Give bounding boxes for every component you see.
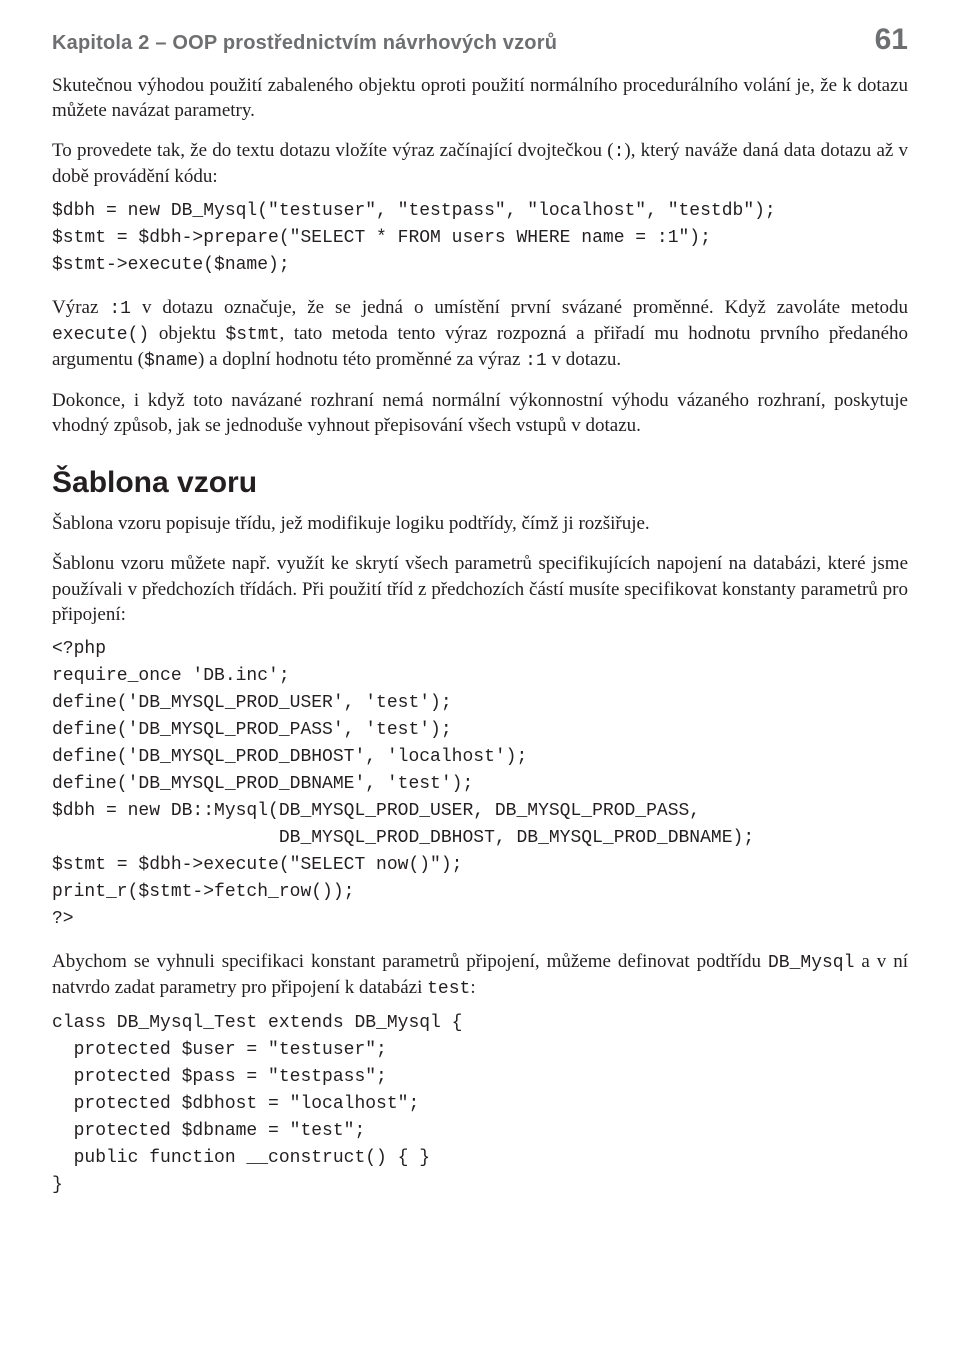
text-run: ) a doplní hodnotu této proměnné za výra… bbox=[198, 349, 525, 370]
body-paragraph: Výraz :1 v dotazu označuje, že se jedná … bbox=[52, 295, 908, 374]
section-heading: Šablona vzoru bbox=[52, 463, 908, 504]
page-number: 61 bbox=[875, 20, 908, 61]
inline-code: DB_Mysql bbox=[768, 953, 854, 973]
text-run: v dotazu. bbox=[547, 349, 621, 370]
code-block: class DB_Mysql_Test extends DB_Mysql { p… bbox=[52, 1010, 908, 1199]
inline-code: : bbox=[614, 142, 625, 162]
inline-code: test bbox=[427, 979, 470, 999]
text-run: To provedete tak, že do textu dotazu vlo… bbox=[52, 140, 614, 161]
code-block: $dbh = new DB_Mysql("testuser", "testpas… bbox=[52, 198, 908, 279]
inline-code: $name bbox=[144, 351, 198, 371]
page-header: Kapitola 2 – OOP prostřednictvím návrhov… bbox=[52, 20, 908, 61]
inline-code: execute() bbox=[52, 325, 149, 345]
inline-code: $stmt bbox=[225, 325, 279, 345]
inline-code: :1 bbox=[109, 299, 131, 319]
body-paragraph: Šablonu vzoru můžete např. využít ke skr… bbox=[52, 551, 908, 628]
text-run: Výraz bbox=[52, 297, 109, 318]
body-paragraph: Šablona vzoru popisuje třídu, jež modifi… bbox=[52, 511, 908, 537]
chapter-title: Kapitola 2 – OOP prostřednictvím návrhov… bbox=[52, 30, 557, 57]
code-block: <?php require_once 'DB.inc'; define('DB_… bbox=[52, 636, 908, 933]
text-run: : bbox=[470, 977, 475, 998]
text-run: v dotazu označuje, že se jedná o umístěn… bbox=[131, 297, 908, 318]
body-paragraph: To provedete tak, že do textu dotazu vlo… bbox=[52, 138, 908, 190]
text-run: Abychom se vyhnuli specifikaci konstant … bbox=[52, 951, 768, 972]
text-run: objektu bbox=[149, 323, 225, 344]
inline-code: :1 bbox=[525, 351, 547, 371]
body-paragraph: Dokonce, i když toto navázané rozhraní n… bbox=[52, 388, 908, 439]
body-paragraph: Abychom se vyhnuli specifikaci konstant … bbox=[52, 949, 908, 1002]
body-paragraph: Skutečnou výhodou použití zabaleného obj… bbox=[52, 73, 908, 124]
